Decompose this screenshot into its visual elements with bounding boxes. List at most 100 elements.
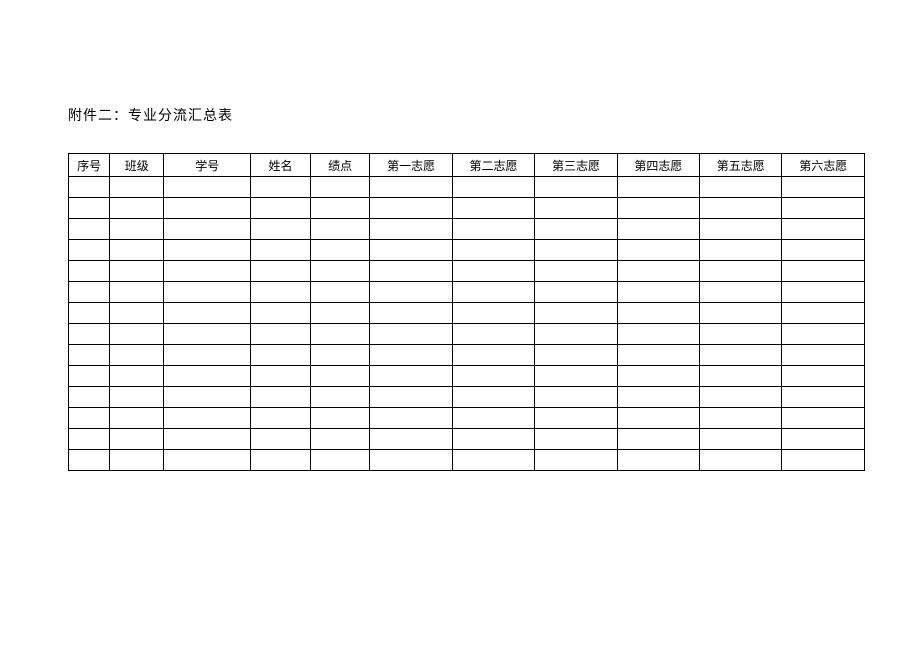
table-cell bbox=[535, 303, 617, 324]
table-cell bbox=[310, 450, 370, 471]
table-cell bbox=[782, 282, 865, 303]
table-cell bbox=[535, 177, 617, 198]
table-cell bbox=[370, 387, 452, 408]
table-row bbox=[69, 345, 865, 366]
table-cell bbox=[370, 450, 452, 471]
table-cell bbox=[535, 366, 617, 387]
table-row bbox=[69, 450, 865, 471]
table-cell bbox=[700, 240, 782, 261]
table-cell bbox=[110, 345, 164, 366]
header-choice-5: 第五志愿 bbox=[700, 154, 782, 177]
table-cell bbox=[69, 450, 110, 471]
table-row bbox=[69, 261, 865, 282]
table-cell bbox=[700, 429, 782, 450]
table-cell bbox=[700, 387, 782, 408]
table-cell bbox=[310, 261, 370, 282]
table-cell bbox=[617, 324, 699, 345]
table-cell bbox=[251, 261, 311, 282]
table-cell bbox=[452, 177, 534, 198]
table-cell bbox=[370, 219, 452, 240]
table-cell bbox=[617, 282, 699, 303]
table-cell bbox=[370, 261, 452, 282]
table-cell bbox=[110, 408, 164, 429]
table-cell bbox=[69, 240, 110, 261]
table-cell bbox=[251, 219, 311, 240]
table-cell bbox=[310, 408, 370, 429]
table-cell bbox=[251, 429, 311, 450]
table-cell bbox=[452, 387, 534, 408]
table-cell bbox=[164, 366, 251, 387]
table-cell bbox=[370, 366, 452, 387]
table-cell bbox=[782, 450, 865, 471]
table-cell bbox=[164, 387, 251, 408]
table-cell bbox=[535, 345, 617, 366]
table-cell bbox=[535, 219, 617, 240]
table-cell bbox=[452, 324, 534, 345]
table-cell bbox=[700, 261, 782, 282]
table-cell bbox=[782, 324, 865, 345]
table-cell bbox=[535, 387, 617, 408]
header-choice-3: 第三志愿 bbox=[535, 154, 617, 177]
table-cell bbox=[782, 408, 865, 429]
table-cell bbox=[452, 408, 534, 429]
table-row bbox=[69, 282, 865, 303]
table-row bbox=[69, 198, 865, 219]
table-cell bbox=[69, 387, 110, 408]
table-cell bbox=[251, 282, 311, 303]
table-row bbox=[69, 303, 865, 324]
table-cell bbox=[164, 429, 251, 450]
table-row bbox=[69, 177, 865, 198]
header-student-id: 学号 bbox=[164, 154, 251, 177]
table-cell bbox=[164, 198, 251, 219]
table-cell bbox=[535, 429, 617, 450]
table-cell bbox=[782, 198, 865, 219]
header-choice-6: 第六志愿 bbox=[782, 154, 865, 177]
table-cell bbox=[251, 345, 311, 366]
table-cell bbox=[535, 324, 617, 345]
table-cell bbox=[110, 387, 164, 408]
table-cell bbox=[700, 450, 782, 471]
table-cell bbox=[452, 282, 534, 303]
table-cell bbox=[110, 240, 164, 261]
table-cell bbox=[452, 261, 534, 282]
table-cell bbox=[617, 429, 699, 450]
table-cell bbox=[69, 261, 110, 282]
table-cell bbox=[535, 282, 617, 303]
table-cell bbox=[69, 303, 110, 324]
table-cell bbox=[700, 282, 782, 303]
table-cell bbox=[452, 429, 534, 450]
table-cell bbox=[310, 324, 370, 345]
table-cell bbox=[700, 177, 782, 198]
table-cell bbox=[782, 261, 865, 282]
table-cell bbox=[110, 429, 164, 450]
table-row bbox=[69, 366, 865, 387]
table-cell bbox=[110, 219, 164, 240]
table-cell bbox=[251, 450, 311, 471]
table-cell bbox=[782, 387, 865, 408]
table-cell bbox=[164, 261, 251, 282]
table-cell bbox=[370, 198, 452, 219]
table-cell bbox=[164, 240, 251, 261]
table-cell bbox=[617, 366, 699, 387]
table-cell bbox=[700, 198, 782, 219]
table-row bbox=[69, 324, 865, 345]
table-cell bbox=[617, 387, 699, 408]
table-cell bbox=[164, 450, 251, 471]
table-cell bbox=[700, 345, 782, 366]
table-body bbox=[69, 177, 865, 471]
table-cell bbox=[251, 408, 311, 429]
summary-table: 序号 班级 学号 姓名 绩点 第一志愿 第二志愿 第三志愿 第四志愿 第五志愿 … bbox=[68, 153, 865, 471]
table-cell bbox=[617, 219, 699, 240]
table-cell bbox=[110, 261, 164, 282]
header-gpa: 绩点 bbox=[310, 154, 370, 177]
table-cell bbox=[110, 282, 164, 303]
table-cell bbox=[782, 366, 865, 387]
table-cell bbox=[69, 408, 110, 429]
table-cell bbox=[164, 303, 251, 324]
page-title: 附件二：专业分流汇总表 bbox=[68, 105, 865, 125]
table-row bbox=[69, 429, 865, 450]
table-cell bbox=[617, 303, 699, 324]
table-cell bbox=[452, 240, 534, 261]
table-cell bbox=[164, 282, 251, 303]
table-row bbox=[69, 408, 865, 429]
